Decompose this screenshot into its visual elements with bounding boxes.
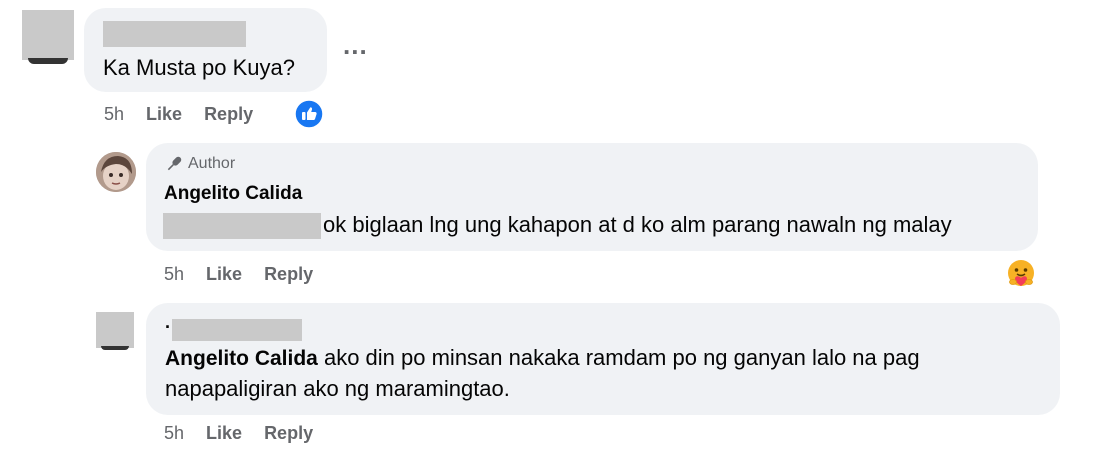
redacted-mention bbox=[163, 213, 321, 239]
avatar-edge bbox=[101, 346, 129, 350]
timestamp[interactable]: 5h bbox=[164, 264, 184, 284]
comment-text-line1: ako din po minsan nakaka ramdam po ng ga… bbox=[317, 345, 920, 370]
comment-actions: 5h Like Reply bbox=[104, 104, 253, 125]
comment-text-line2: napapaligiran ako ng maramingtao. bbox=[165, 376, 510, 401]
comment-bubble: Author Angelito Calida ok biglaan lng un… bbox=[146, 143, 1038, 251]
microphone-icon bbox=[164, 154, 184, 174]
commenter-name-prefix: . bbox=[165, 312, 171, 332]
avatar[interactable] bbox=[96, 312, 134, 348]
avatar[interactable] bbox=[22, 10, 74, 60]
comment-text: Ka Musta po Kuya? bbox=[103, 55, 296, 80]
like-button[interactable]: Like bbox=[206, 423, 242, 443]
comment-bubble: . Angelito Calida ako din po minsan naka… bbox=[146, 303, 1060, 415]
comment-actions: 5h Like Reply bbox=[164, 423, 313, 444]
reply-button[interactable]: Reply bbox=[264, 264, 313, 284]
redacted-name bbox=[103, 21, 246, 47]
mention-link[interactable]: Angelito Calida bbox=[165, 347, 318, 370]
comment-actions: 5h Like Reply bbox=[164, 264, 313, 285]
comment-text: Angelito Calida ako din po minsan nakaka… bbox=[165, 343, 1045, 404]
care-reaction-icon[interactable] bbox=[1005, 258, 1037, 290]
author-badge-label: Author bbox=[188, 155, 236, 172]
avatar[interactable] bbox=[96, 152, 136, 192]
author-name[interactable]: Angelito Calida bbox=[164, 183, 302, 205]
like-button[interactable]: Like bbox=[146, 104, 182, 124]
comment-bubble: Ka Musta po Kuya? bbox=[84, 8, 327, 92]
timestamp[interactable]: 5h bbox=[104, 104, 124, 124]
more-options-button[interactable]: ... bbox=[343, 30, 368, 61]
comment-text: ok biglaan lng ung kahapon at d ko alm p… bbox=[323, 212, 952, 237]
reply-button[interactable]: Reply bbox=[264, 423, 313, 443]
avatar-edge bbox=[28, 58, 68, 64]
author-badge: Author bbox=[164, 154, 235, 174]
like-button[interactable]: Like bbox=[206, 264, 242, 284]
redacted-name bbox=[172, 319, 302, 341]
timestamp[interactable]: 5h bbox=[164, 423, 184, 443]
like-reaction-icon[interactable] bbox=[294, 99, 324, 129]
reply-button[interactable]: Reply bbox=[204, 104, 253, 124]
